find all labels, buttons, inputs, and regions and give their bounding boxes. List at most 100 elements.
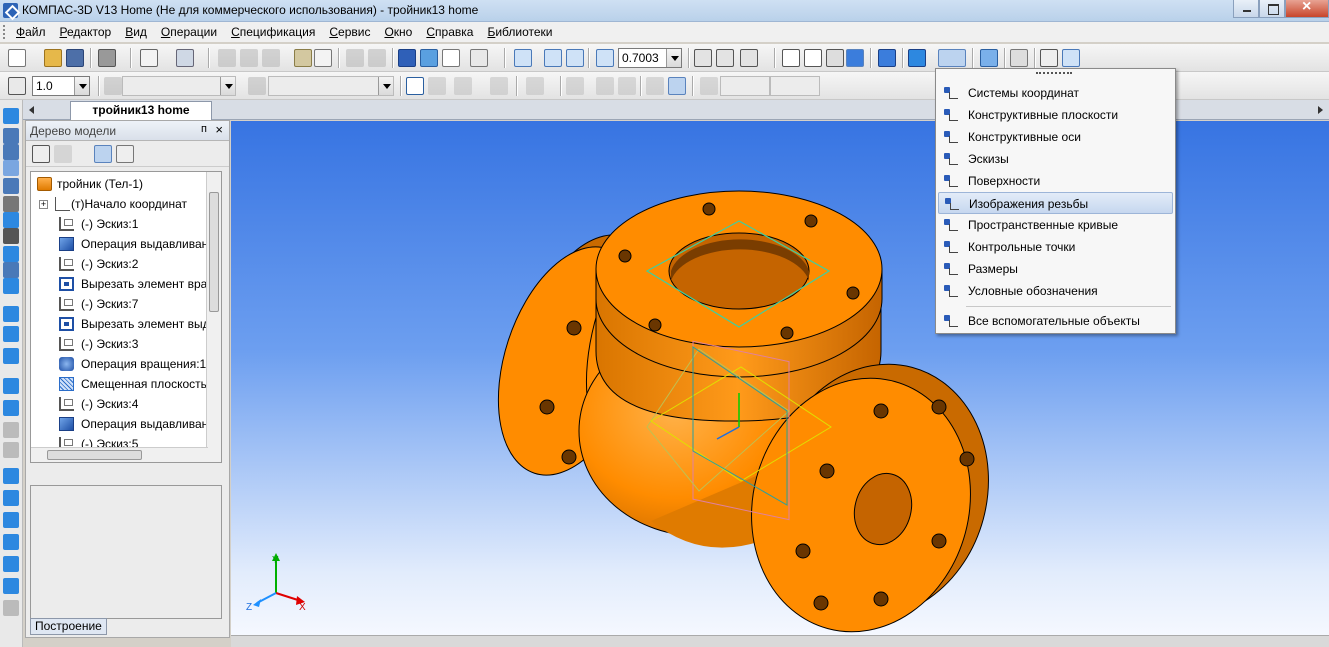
zoom-out-icon[interactable] [566, 49, 584, 67]
annotation-icon[interactable] [3, 212, 19, 228]
scroll-thumb[interactable] [209, 192, 219, 312]
menu-specification[interactable]: Спецификация [224, 22, 322, 42]
undo-icon[interactable] [346, 49, 364, 67]
save-icon[interactable] [66, 49, 84, 67]
draft-tool-icon[interactable] [3, 512, 19, 528]
menu-libraries[interactable]: Библиотеки [480, 22, 559, 42]
help-cursor-icon[interactable] [470, 49, 488, 67]
open-folder-icon[interactable] [44, 49, 62, 67]
angle-snap-icon[interactable] [646, 77, 664, 95]
section-icon[interactable] [908, 49, 926, 67]
coordinates-icon[interactable] [8, 77, 26, 95]
tree-item[interactable]: Смещенная плоскость [31, 374, 211, 394]
chevron-down-icon[interactable] [220, 77, 235, 95]
preview-icon[interactable] [140, 49, 158, 67]
rebuild-icon[interactable] [1040, 49, 1058, 67]
menu-item-spatial-curves[interactable]: Пространственные кривые [938, 214, 1173, 236]
step-combo[interactable]: 1.0 [32, 76, 90, 96]
menu-tearoff-grip[interactable] [1036, 72, 1072, 75]
hidden-lines-icon[interactable] [804, 49, 822, 67]
auxiliary-objects-button[interactable] [938, 49, 966, 67]
redo-icon[interactable] [368, 49, 386, 67]
auxiliary-geometry-icon[interactable] [3, 178, 19, 194]
variables-icon[interactable] [398, 49, 416, 67]
scroll-thumb[interactable] [47, 450, 142, 460]
split-tool-icon[interactable] [3, 556, 19, 572]
grid-icon[interactable] [526, 77, 544, 95]
layer-combo[interactable] [122, 76, 236, 96]
chevron-down-icon[interactable] [378, 77, 393, 95]
menu-help[interactable]: Справка [419, 22, 480, 42]
tree-item[interactable]: Операция вращения:1 [31, 354, 211, 374]
diagnostics-icon[interactable] [3, 228, 19, 244]
spatial-curves-icon[interactable] [3, 128, 19, 144]
tab-scroll-left-icon[interactable] [29, 106, 34, 114]
menu-window[interactable]: Окно [377, 22, 419, 42]
tree-structure-icon[interactable] [54, 145, 72, 163]
copy-icon[interactable] [240, 49, 258, 67]
edit-component-icon[interactable] [428, 77, 446, 95]
menu-operations[interactable]: Операции [154, 22, 224, 42]
ortho-icon[interactable] [490, 77, 508, 95]
properties-icon[interactable] [314, 49, 332, 67]
sketch-mode-icon[interactable] [406, 77, 424, 95]
tab-troynik13-home[interactable]: тройник13 home [70, 101, 212, 120]
tree-history-icon[interactable] [116, 145, 134, 163]
hole-tool-icon[interactable] [3, 490, 19, 506]
tree-item[interactable]: + (т)Начало координат [31, 194, 211, 214]
menu-item-dimensions[interactable]: Размеры [938, 258, 1173, 280]
boolean-tool-icon[interactable] [3, 600, 19, 616]
menu-item-construction-planes[interactable]: Конструктивные плоскости [938, 104, 1173, 126]
chevron-down-icon[interactable] [74, 77, 89, 95]
parametric-icon[interactable] [454, 77, 472, 95]
perspective-icon[interactable] [878, 49, 896, 67]
tree-item[interactable]: Вырезать элемент выдавливания [31, 314, 211, 334]
pan-icon[interactable] [694, 49, 712, 67]
mass-center-icon[interactable] [1010, 49, 1028, 67]
zoom-window-icon[interactable] [514, 49, 532, 67]
menu-item-thread-images[interactable]: Изображения резьбы [938, 192, 1173, 214]
extrude-tool-icon[interactable] [3, 306, 19, 322]
menu-view[interactable]: Вид [118, 22, 154, 42]
tree-item[interactable]: (-) Эскиз:7 [31, 294, 211, 314]
rotate-tool-icon[interactable] [3, 326, 19, 342]
axis-snap-icon[interactable] [618, 77, 636, 95]
menu-item-control-points[interactable]: Контрольные точки [938, 236, 1173, 258]
selection-filters-icon[interactable] [3, 246, 19, 262]
manager-icon[interactable] [176, 49, 194, 67]
style-icon[interactable] [248, 77, 266, 95]
local-cs-icon[interactable] [566, 77, 584, 95]
zoom-combo[interactable]: 0.7003 [618, 48, 682, 68]
thread-tool-icon[interactable] [3, 534, 19, 550]
editing-part-icon[interactable] [3, 108, 19, 124]
chamfer-tool-icon[interactable] [3, 422, 19, 438]
tree-item[interactable]: Операция выдавливания [31, 234, 211, 254]
layer-icon[interactable] [104, 77, 122, 95]
orientation-icon[interactable] [740, 49, 758, 67]
tree-view-icon[interactable] [94, 145, 112, 163]
thin-hidden-icon[interactable] [826, 49, 844, 67]
style-combo[interactable] [268, 76, 394, 96]
minimize-icon[interactable] [1233, 0, 1259, 18]
cut-icon[interactable] [218, 49, 236, 67]
menu-item-construction-axes[interactable]: Конструктивные оси [938, 126, 1173, 148]
paste-icon[interactable] [262, 49, 280, 67]
zoom-scale-icon[interactable] [596, 49, 614, 67]
fillet-tool-icon[interactable] [3, 400, 19, 416]
snap-icon[interactable] [596, 77, 614, 95]
tree-order-icon[interactable] [32, 145, 50, 163]
menu-item-all-auxiliary[interactable]: Все вспомогательные объекты [938, 310, 1173, 332]
menu-item-coordinate-systems[interactable]: Системы координат [938, 82, 1173, 104]
rotate-view-icon[interactable] [716, 49, 734, 67]
zoom-in-icon[interactable] [544, 49, 562, 67]
pin-icon[interactable]: ᴨ [201, 123, 207, 135]
surfaces-icon[interactable] [3, 144, 19, 160]
menu-file[interactable]: Файл [9, 22, 53, 42]
tree-item[interactable]: (-) Эскиз:3 [31, 334, 211, 354]
kinematic-tool-icon[interactable] [3, 348, 19, 364]
library-manager-icon[interactable] [420, 49, 438, 67]
print-icon[interactable] [98, 49, 116, 67]
menu-item-symbols[interactable]: Условные обозначения [938, 280, 1173, 302]
mirror-tool-icon[interactable] [3, 578, 19, 594]
menu-editor[interactable]: Редактор [53, 22, 119, 42]
